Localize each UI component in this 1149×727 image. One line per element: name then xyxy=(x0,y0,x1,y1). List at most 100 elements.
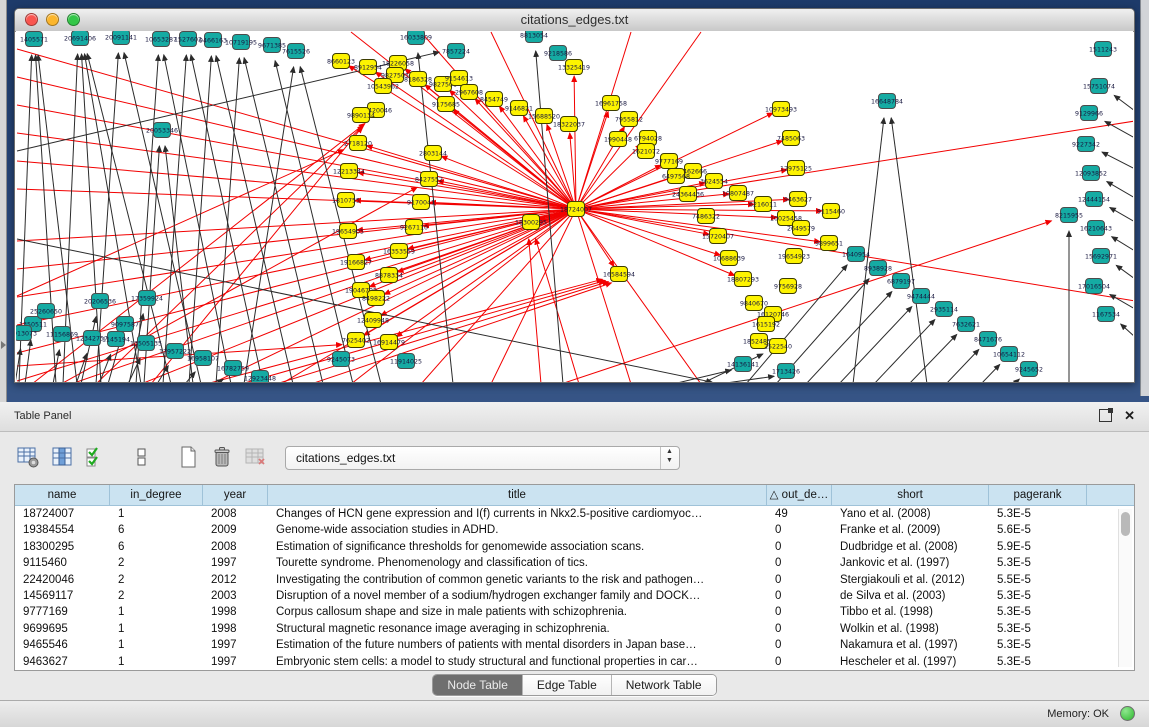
graph-node[interactable]: 2803144 xyxy=(419,146,447,161)
collapse-handle-icon[interactable] xyxy=(1,341,6,349)
graph-node[interactable]: 9129966 xyxy=(1075,106,1103,121)
graph-node[interactable]: 7485063 xyxy=(777,131,805,146)
change-table-mode-button[interactable] xyxy=(14,443,42,471)
table-row[interactable]: 946554611997Estimation of the future num… xyxy=(15,637,1134,653)
citation-edge-black[interactable] xyxy=(1121,324,1133,337)
graph-node[interactable]: 8215955 xyxy=(1055,208,1083,223)
graph-node[interactable]: 19654905 xyxy=(332,224,364,239)
graph-node[interactable]: 20053346 xyxy=(146,123,178,138)
citation-edge-black[interactable] xyxy=(1114,95,1133,111)
scrollbar-thumb[interactable] xyxy=(1121,512,1130,536)
table-row[interactable]: 1938455462009Genome-wide association stu… xyxy=(15,522,1134,538)
tab-network-table[interactable]: Network Table xyxy=(612,675,716,695)
tab-edge-table[interactable]: Edge Table xyxy=(523,675,612,695)
citation-edge-black[interactable] xyxy=(25,340,31,382)
citation-edge-red[interactable] xyxy=(17,209,576,353)
graph-node[interactable]: 20206536 xyxy=(84,294,116,309)
float-panel-icon[interactable] xyxy=(1099,409,1112,422)
graph-node[interactable]: 2718120 xyxy=(344,136,372,151)
citation-edge-black[interactable] xyxy=(719,376,774,382)
graph-node[interactable]: 10654112 xyxy=(993,347,1025,362)
show-columns-button[interactable] xyxy=(48,443,76,471)
graph-node[interactable]: 16033809 xyxy=(400,31,432,45)
graph-node[interactable]: 9840670 xyxy=(740,296,768,311)
graph-node[interactable]: 15692971 xyxy=(1085,249,1117,264)
citation-edge-black[interactable] xyxy=(1116,265,1133,279)
citation-edge-black[interactable] xyxy=(244,67,294,382)
graph-node[interactable]: 18807293 xyxy=(727,272,759,287)
unselect-all-button[interactable] xyxy=(128,443,156,471)
graph-node[interactable]: 20691406 xyxy=(64,31,96,46)
graph-node[interactable]: 1640954 xyxy=(842,247,870,262)
graph-node[interactable]: 1810755 xyxy=(332,193,360,208)
citation-edge-red[interactable] xyxy=(561,221,1051,382)
close-panel-icon[interactable]: ✕ xyxy=(1124,410,1135,421)
graph-node[interactable]: 3624554 xyxy=(700,174,728,189)
network-canvas[interactable]: 1405571206914062009114110653287152760294… xyxy=(16,31,1133,382)
graph-node[interactable]: 13325419 xyxy=(558,60,590,75)
citation-edge-red[interactable] xyxy=(17,209,576,241)
citation-edge-red[interactable] xyxy=(547,125,576,209)
create-column-button[interactable] xyxy=(174,443,202,471)
graph-node[interactable]: 10688639 xyxy=(713,251,745,266)
citation-edge-black[interactable] xyxy=(244,58,323,382)
graph-node[interactable]: 7632621 xyxy=(952,317,980,332)
graph-node[interactable]: 17016504 xyxy=(1078,279,1110,294)
graph-node[interactable]: 16961758 xyxy=(595,96,627,111)
graph-node[interactable]: 9466163 xyxy=(199,33,227,48)
vertical-scrollbar[interactable] xyxy=(1118,509,1132,667)
column-header-out-de-[interactable]: △ out_de… xyxy=(767,485,832,505)
citation-edge-black[interactable] xyxy=(1014,379,1019,382)
graph-node[interactable]: 16210643 xyxy=(1080,221,1112,236)
table-row[interactable]: 2242004622012Investigating the contribut… xyxy=(15,572,1134,588)
graph-node[interactable]: 9115460 xyxy=(817,204,845,219)
graph-node[interactable]: 1405571 xyxy=(20,32,48,47)
citation-edge-black[interactable] xyxy=(81,317,96,382)
citation-edge-red[interactable] xyxy=(576,209,614,266)
table-row[interactable]: 1830029562008Estimation of significance … xyxy=(15,539,1134,555)
graph-node[interactable]: 8471676 xyxy=(974,332,1002,347)
citation-edge-black[interactable] xyxy=(1112,237,1133,251)
table-row[interactable]: 911546021997Tourette syndrome. Phenomeno… xyxy=(15,555,1134,571)
graph-node[interactable]: 10653287 xyxy=(145,32,177,47)
graph-node[interactable]: 1990448 xyxy=(604,132,632,147)
graph-node[interactable]: 9267110 xyxy=(400,220,428,235)
graph-node[interactable]: 10807487 xyxy=(722,186,754,201)
table-row[interactable]: 977716911998Corpus callosum shape and si… xyxy=(15,604,1134,620)
graph-node[interactable]: 12975125 xyxy=(780,161,812,176)
graph-node[interactable]: 9227342 xyxy=(1072,137,1100,152)
graph-node[interactable]: 16782759 xyxy=(217,361,249,376)
graph-node[interactable]: 16914479 xyxy=(373,335,405,350)
graph-node[interactable]: 8660123 xyxy=(327,54,355,69)
graph-node[interactable]: 8427552 xyxy=(415,172,443,187)
graph-node[interactable]: 19654923 xyxy=(778,249,810,264)
graph-node[interactable]: 15751074 xyxy=(1083,79,1115,94)
graph-node[interactable]: 9474444 xyxy=(907,289,935,304)
column-header-year[interactable]: year xyxy=(203,485,268,505)
graph-node[interactable]: 1621072 xyxy=(632,144,660,159)
graph-node[interactable]: 10719195 xyxy=(225,35,257,50)
graph-node[interactable]: 1167534 xyxy=(1092,307,1120,322)
graph-node[interactable]: 7857224 xyxy=(442,44,470,59)
citation-edge-black[interactable] xyxy=(189,56,211,382)
graph-node[interactable]: 1511243 xyxy=(1089,42,1117,57)
graph-node[interactable]: 12093852 xyxy=(1075,166,1107,181)
graph-node[interactable]: 1527602 xyxy=(174,32,202,47)
graph-node[interactable]: 11156869 xyxy=(46,327,78,342)
graph-node[interactable]: 8938928 xyxy=(864,261,892,276)
graph-node[interactable]: 9899651 xyxy=(815,236,843,251)
graph-node[interactable]: 16584594 xyxy=(603,267,635,282)
graph-node[interactable]: 7955812 xyxy=(615,112,643,127)
citation-edge-black[interactable] xyxy=(1110,207,1133,222)
table-row[interactable]: 1456911722003Disruption of a novel membe… xyxy=(15,588,1134,604)
graph-node[interactable]: 7486322 xyxy=(692,209,720,224)
column-header-short[interactable]: short xyxy=(832,485,989,505)
graph-node[interactable]: 12444154 xyxy=(1078,192,1110,207)
citation-edge-black[interactable] xyxy=(946,350,979,382)
citation-edge-red[interactable] xyxy=(17,209,576,297)
graph-node[interactable]: 1713426 xyxy=(772,364,800,379)
citation-edge-black[interactable] xyxy=(124,53,201,382)
graph-node[interactable]: 2967608 xyxy=(455,85,483,100)
delete-columns-button[interactable] xyxy=(208,443,236,471)
column-header-name[interactable]: name xyxy=(15,485,110,505)
